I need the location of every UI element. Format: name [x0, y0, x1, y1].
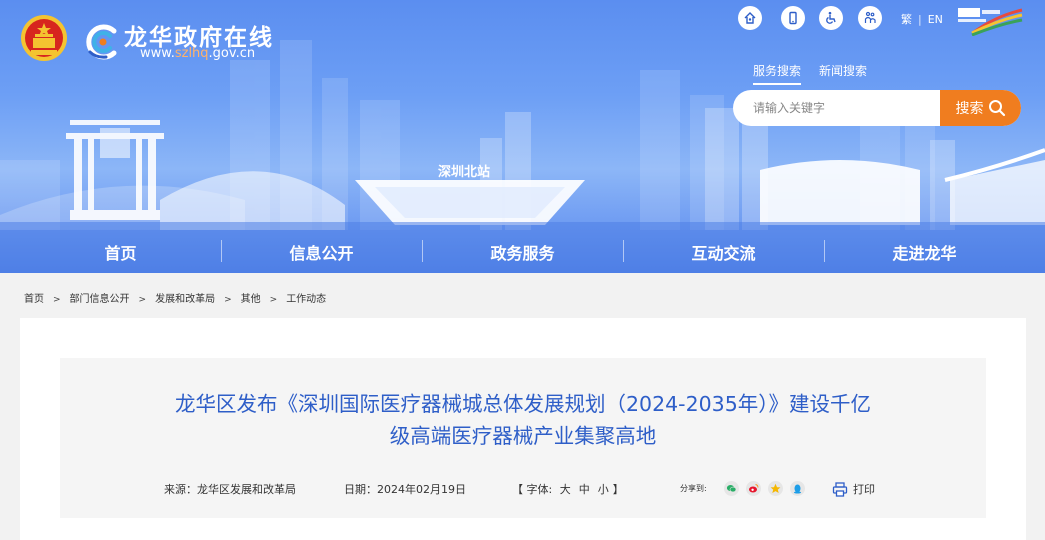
printer-icon	[832, 481, 848, 497]
nav-interaction[interactable]: 互动交流	[623, 230, 824, 273]
breadcrumb-drc[interactable]: 发展和改革局	[155, 294, 215, 305]
search-box: 搜索	[733, 90, 1021, 126]
font-size-suffix: 】	[612, 483, 624, 496]
wheelchair-icon[interactable]	[819, 6, 843, 30]
site-url: www.szlhq.gov.cn	[140, 46, 256, 61]
print-label: 打印	[853, 483, 875, 496]
main-nav: 首页 信息公开 政务服务 互动交流 走进龙华	[0, 230, 1045, 273]
search-button-label: 搜索	[955, 100, 984, 116]
article-date: 日期：2024年02月19日	[344, 483, 466, 496]
tab-news-search[interactable]: 新闻搜索	[819, 62, 867, 83]
longhua-logo-icon	[86, 24, 117, 60]
print-button[interactable]: 打印	[832, 481, 875, 497]
font-size-control: 【 字体: 大中小】	[512, 481, 624, 497]
share-label: 分享到:	[680, 484, 707, 493]
nav-home[interactable]: 首页	[20, 230, 221, 273]
national-emblem-icon	[21, 15, 67, 61]
search-input[interactable]	[733, 90, 940, 126]
nav-government-service[interactable]: 政务服务	[422, 230, 623, 273]
tab-service-search[interactable]: 服务搜索	[753, 62, 802, 85]
lang-separator: |	[918, 13, 922, 26]
search-icon	[988, 100, 1005, 117]
font-size-large-link[interactable]: 大	[560, 483, 571, 496]
article-source: 来源：龙华区发展和改革局	[164, 483, 296, 496]
font-size-small-link[interactable]: 小	[598, 483, 609, 496]
station-sign-text: 深圳北站	[438, 164, 490, 179]
mobile-icon[interactable]	[781, 6, 805, 30]
shenzhen-city-logo[interactable]	[956, 6, 1024, 36]
breadcrumb-home[interactable]: 首页	[24, 294, 44, 305]
breadcrumb-separator: >	[53, 295, 61, 305]
breadcrumb-separator: >	[269, 295, 278, 305]
lang-traditional-link[interactable]: 繁	[901, 13, 912, 26]
breadcrumb-dept-info[interactable]: 部门信息公开	[70, 294, 130, 305]
article-card: 龙华区发布《深圳国际医疗器械城总体发展规划（2024-2035年）》建设千亿 级…	[20, 318, 1026, 540]
article-header: 龙华区发布《深圳国际医疗器械城总体发展规划（2024-2035年）》建设千亿 级…	[60, 358, 986, 518]
article-title-line-1: 龙华区发布《深圳国际医疗器械城总体发展规划（2024-2035年）》建设千亿	[175, 392, 871, 416]
font-size-prefix: 【 字体:	[512, 483, 553, 496]
breadcrumb-separator: >	[138, 295, 147, 305]
breadcrumb-other[interactable]: 其他	[241, 294, 261, 305]
article-meta: 来源：龙华区发展和改革局 日期：2024年02月19日 【 字体: 大中小】 分…	[60, 481, 986, 499]
qzone-icon[interactable]	[768, 481, 783, 496]
nav-explore-longhua[interactable]: 走进龙华	[824, 230, 1025, 273]
font-size-medium-link[interactable]: 中	[579, 483, 590, 496]
article-title: 龙华区发布《深圳国际医疗器械城总体发展规划（2024-2035年）》建设千亿 级…	[80, 388, 966, 452]
nav-info-disclosure[interactable]: 信息公开	[221, 230, 422, 273]
site-header: 深圳北站 龙华政府在线 www.szlhq.gov.cn 繁 | EN 服务搜索…	[0, 0, 1045, 273]
breadcrumb-work-news[interactable]: 工作动态	[286, 294, 326, 305]
accessibility-home-icon[interactable]	[738, 6, 762, 30]
weibo-icon[interactable]	[746, 481, 761, 496]
elderly-care-icon[interactable]	[858, 6, 882, 30]
qq-icon[interactable]	[790, 481, 805, 496]
article-title-line-2: 级高端医疗器械产业集聚高地	[389, 424, 657, 448]
language-switch: 繁 | EN	[901, 11, 943, 27]
breadcrumb-separator: >	[224, 295, 232, 305]
breadcrumb: 首页 > 部门信息公开 > 发展和改革局 > 其他 > 工作动态	[24, 290, 326, 305]
site-logo[interactable]: 龙华政府在线 www.szlhq.gov.cn	[20, 14, 290, 66]
search-button[interactable]: 搜索	[940, 90, 1021, 126]
wechat-icon[interactable]	[724, 481, 739, 496]
lang-english-link[interactable]: EN	[928, 13, 943, 26]
